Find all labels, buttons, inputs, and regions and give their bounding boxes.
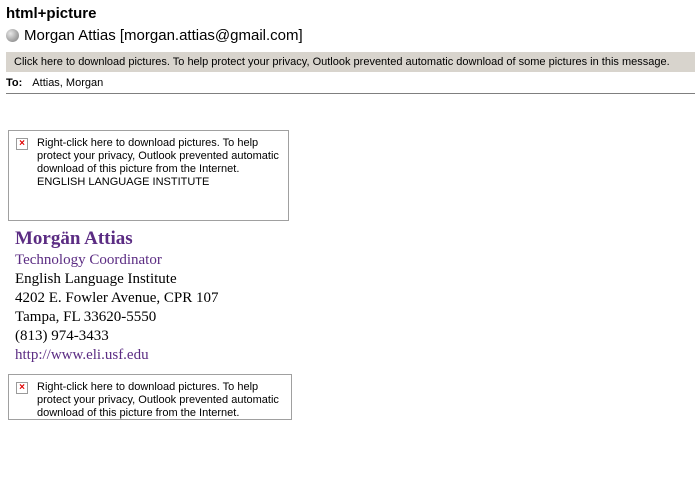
sender-name[interactable]: Morgan Attias [morgan.attias@gmail.com] bbox=[24, 27, 303, 44]
blocked-image-message: Right-click here to download pictures. T… bbox=[37, 137, 279, 175]
presence-status-icon bbox=[6, 29, 19, 42]
image-alt-text: ENGLISH LANGUAGE INSTITUTE bbox=[37, 176, 210, 188]
download-pictures-infobar[interactable]: Click here to download pictures. To help… bbox=[6, 52, 695, 72]
sender-line: Morgan Attias [morgan.attias@gmail.com] bbox=[6, 27, 303, 44]
to-label: To: bbox=[6, 77, 23, 89]
signature-organization: English Language Institute bbox=[15, 271, 177, 287]
recipients-row: To: Attias, Morgan bbox=[6, 76, 695, 94]
blocked-image-text: Right-click here to download pictures. T… bbox=[37, 137, 287, 189]
broken-image-icon: × bbox=[16, 138, 28, 150]
blocked-image-placeholder-2[interactable]: × Right-click here to download pictures.… bbox=[8, 374, 292, 420]
signature-address-line-2: Tampa, FL 33620-5550 bbox=[15, 309, 157, 325]
email-signature: Morgän Attias Technology Coordinator Eng… bbox=[15, 228, 218, 365]
to-recipient[interactable]: Attias, Morgan bbox=[32, 77, 103, 89]
broken-image-icon: × bbox=[16, 382, 28, 394]
signature-title: Technology Coordinator bbox=[15, 252, 162, 268]
blocked-image-message-2: Right-click here to download pictures. T… bbox=[37, 381, 279, 419]
signature-phone: (813) 974-3433 bbox=[15, 328, 109, 344]
signature-name: Morgän Attias bbox=[15, 228, 133, 249]
message-subject: html+picture bbox=[6, 5, 97, 22]
signature-address-line-1: 4202 E. Fowler Avenue, CPR 107 bbox=[15, 290, 219, 306]
signature-website-link[interactable]: http://www.eli.usf.edu bbox=[15, 346, 218, 365]
blocked-image-placeholder[interactable]: × Right-click here to download pictures.… bbox=[8, 130, 289, 221]
